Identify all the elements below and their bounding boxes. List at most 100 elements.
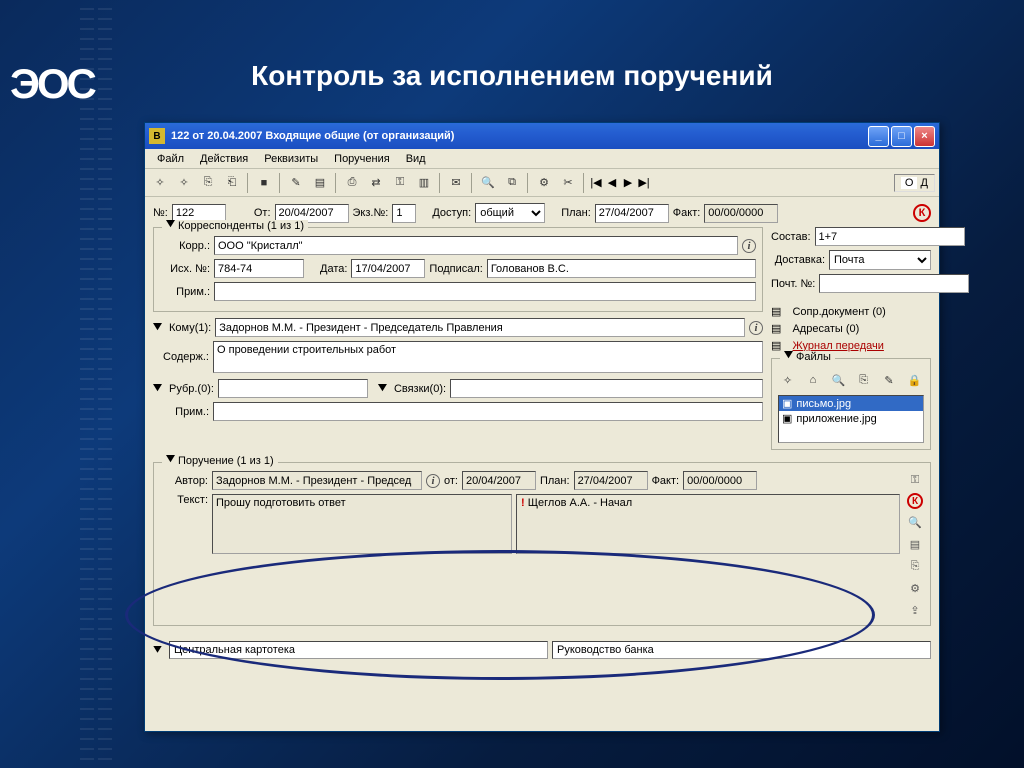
control-k-icon[interactable]: К xyxy=(907,493,923,509)
menu-orders[interactable]: Поручения xyxy=(326,151,398,167)
menu-actions[interactable]: Действия xyxy=(192,151,256,167)
file-item[interactable]: ▣приложение.jpg xyxy=(779,411,923,426)
postnum-input[interactable] xyxy=(819,274,969,293)
sv-input[interactable] xyxy=(450,379,763,398)
sostav-input[interactable] xyxy=(815,227,965,246)
plan-input[interactable] xyxy=(595,204,669,223)
stamp-icon[interactable]: ⚿ xyxy=(906,471,924,489)
executors-box[interactable]: ! Щеглов А.А. - Начал xyxy=(516,494,900,554)
korr-note-label: Прим.: xyxy=(160,286,210,298)
info-icon[interactable]: i xyxy=(426,474,440,488)
clipboard-icon[interactable]: ⎘ xyxy=(906,557,924,575)
caret-icon[interactable] xyxy=(153,646,162,655)
app-icon: B xyxy=(149,128,165,144)
print-icon[interactable]: ⎙ xyxy=(341,172,363,194)
caret-icon[interactable] xyxy=(166,455,175,464)
mail-icon[interactable]: ✉ xyxy=(445,172,467,194)
cabinet-icon[interactable]: ⧉ xyxy=(501,172,523,194)
adr-link[interactable]: ▤ Адресаты (0) xyxy=(771,322,931,335)
auto-icon[interactable]: ⚙ xyxy=(533,172,555,194)
sopr-link[interactable]: ▤ Сопр.документ (0) xyxy=(771,305,931,318)
new2-icon[interactable]: ✧ xyxy=(173,172,195,194)
barcode-icon[interactable]: ▥ xyxy=(413,172,435,194)
korr-note-input[interactable] xyxy=(214,282,756,301)
caret-icon[interactable] xyxy=(378,384,387,393)
delivery-select[interactable]: Почта xyxy=(829,250,931,270)
paste-icon[interactable]: ⎗ xyxy=(221,172,243,194)
fact-input[interactable] xyxy=(704,204,778,223)
maximize-button[interactable]: □ xyxy=(891,126,912,147)
file-list[interactable]: ▣письмо.jpg ▣приложение.jpg xyxy=(778,395,924,443)
sostav-label: Состав: xyxy=(771,231,811,243)
komu-input[interactable] xyxy=(215,318,745,337)
komu-label: Кому(1): xyxy=(169,322,211,334)
order-fact-input[interactable] xyxy=(683,471,757,490)
order-text[interactable] xyxy=(212,494,512,554)
korr-date-label: Дата: xyxy=(320,263,347,275)
file-lock-icon[interactable]: 🔒 xyxy=(905,369,924,391)
order-plan-input[interactable] xyxy=(574,471,648,490)
korr-date-input[interactable] xyxy=(351,259,425,278)
new-icon[interactable]: ✧ xyxy=(149,172,171,194)
minimize-button[interactable]: _ xyxy=(868,126,889,147)
file-item[interactable]: ▣письмо.jpg xyxy=(779,396,923,411)
file-add-icon[interactable]: ✧ xyxy=(778,369,797,391)
footer-right[interactable]: Руководство банка xyxy=(552,641,931,659)
control-k-icon[interactable]: К xyxy=(913,204,931,222)
caret-icon[interactable] xyxy=(784,351,793,360)
close-button[interactable]: × xyxy=(914,126,935,147)
file-paste-icon[interactable]: ⎘ xyxy=(854,369,873,391)
sod-textarea[interactable] xyxy=(213,341,763,373)
out-input[interactable] xyxy=(214,259,304,278)
copy-icon[interactable]: ⎘ xyxy=(197,172,219,194)
magnify-icon[interactable]: 🔍 xyxy=(906,513,924,531)
file-edit-icon[interactable]: ✎ xyxy=(879,369,898,391)
signed-input[interactable] xyxy=(487,259,756,278)
menu-view[interactable]: Вид xyxy=(398,151,434,167)
tool-icon[interactable]: ⚙ xyxy=(906,579,924,597)
slide-title: Контроль за исполнением поручений xyxy=(0,60,1024,92)
info-icon[interactable]: i xyxy=(742,239,756,253)
export-icon[interactable]: ⇪ xyxy=(906,601,924,619)
search-icon[interactable]: 🔍 xyxy=(477,172,499,194)
delivery-label: Доставка: xyxy=(771,254,825,266)
order-from-input[interactable] xyxy=(462,471,536,490)
author-input[interactable] xyxy=(212,471,422,490)
author-label: Автор: xyxy=(160,475,208,487)
caret-icon[interactable] xyxy=(166,220,175,229)
file-scan-icon[interactable]: ⌂ xyxy=(803,369,822,391)
correspondents-group: Корреспонденты (1 из 1) Корр.: i Исх. №:… xyxy=(153,227,763,312)
doc-icon[interactable]: ▤ xyxy=(309,172,331,194)
ex-input[interactable] xyxy=(392,204,416,223)
nav-last-icon[interactable]: ▶| xyxy=(637,176,651,190)
doc-icon[interactable]: ▤ xyxy=(906,535,924,553)
stamp-icon[interactable]: ⚿ xyxy=(389,172,411,194)
files-legend: Файлы xyxy=(796,351,831,363)
nav-prev-icon[interactable]: ◀ xyxy=(605,176,619,190)
menubar: Файл Действия Реквизиты Поручения Вид xyxy=(145,149,939,169)
scissors-icon[interactable]: ✂ xyxy=(557,172,579,194)
file-view-icon[interactable]: 🔍 xyxy=(829,369,848,391)
od-toggle[interactable]: О Д xyxy=(894,174,935,192)
nav-next-icon[interactable]: ▶ xyxy=(621,176,635,190)
app-window: B 122 от 20.04.2007 Входящие общие (от о… xyxy=(144,122,940,732)
nav-first-icon[interactable]: |◀ xyxy=(589,176,603,190)
links-icon[interactable]: ⇄ xyxy=(365,172,387,194)
info-icon[interactable]: i xyxy=(749,321,763,335)
caret-icon[interactable] xyxy=(153,323,162,332)
files-group: Файлы ✧ ⌂ 🔍 ⎘ ✎ 🔒 ▣письмо.jpg ▣приложени… xyxy=(771,358,931,450)
rubr-label: Рубр.(0): xyxy=(169,383,214,395)
rubr-input[interactable] xyxy=(218,379,368,398)
menu-file[interactable]: Файл xyxy=(149,151,192,167)
footer-left[interactable]: Центральная картотека xyxy=(169,641,548,659)
corr-legend: Корреспонденты (1 из 1) xyxy=(178,220,304,232)
menu-props[interactable]: Реквизиты xyxy=(256,151,326,167)
sod-label: Содерж.: xyxy=(153,351,209,363)
text-label: Текст: xyxy=(160,494,208,506)
access-select[interactable]: общий xyxy=(475,203,545,223)
rubr-note-input[interactable] xyxy=(213,402,763,421)
caret-icon[interactable] xyxy=(153,384,162,393)
stop-icon[interactable]: ■ xyxy=(253,172,275,194)
edit-icon[interactable]: ✎ xyxy=(285,172,307,194)
korr-input[interactable] xyxy=(214,236,738,255)
